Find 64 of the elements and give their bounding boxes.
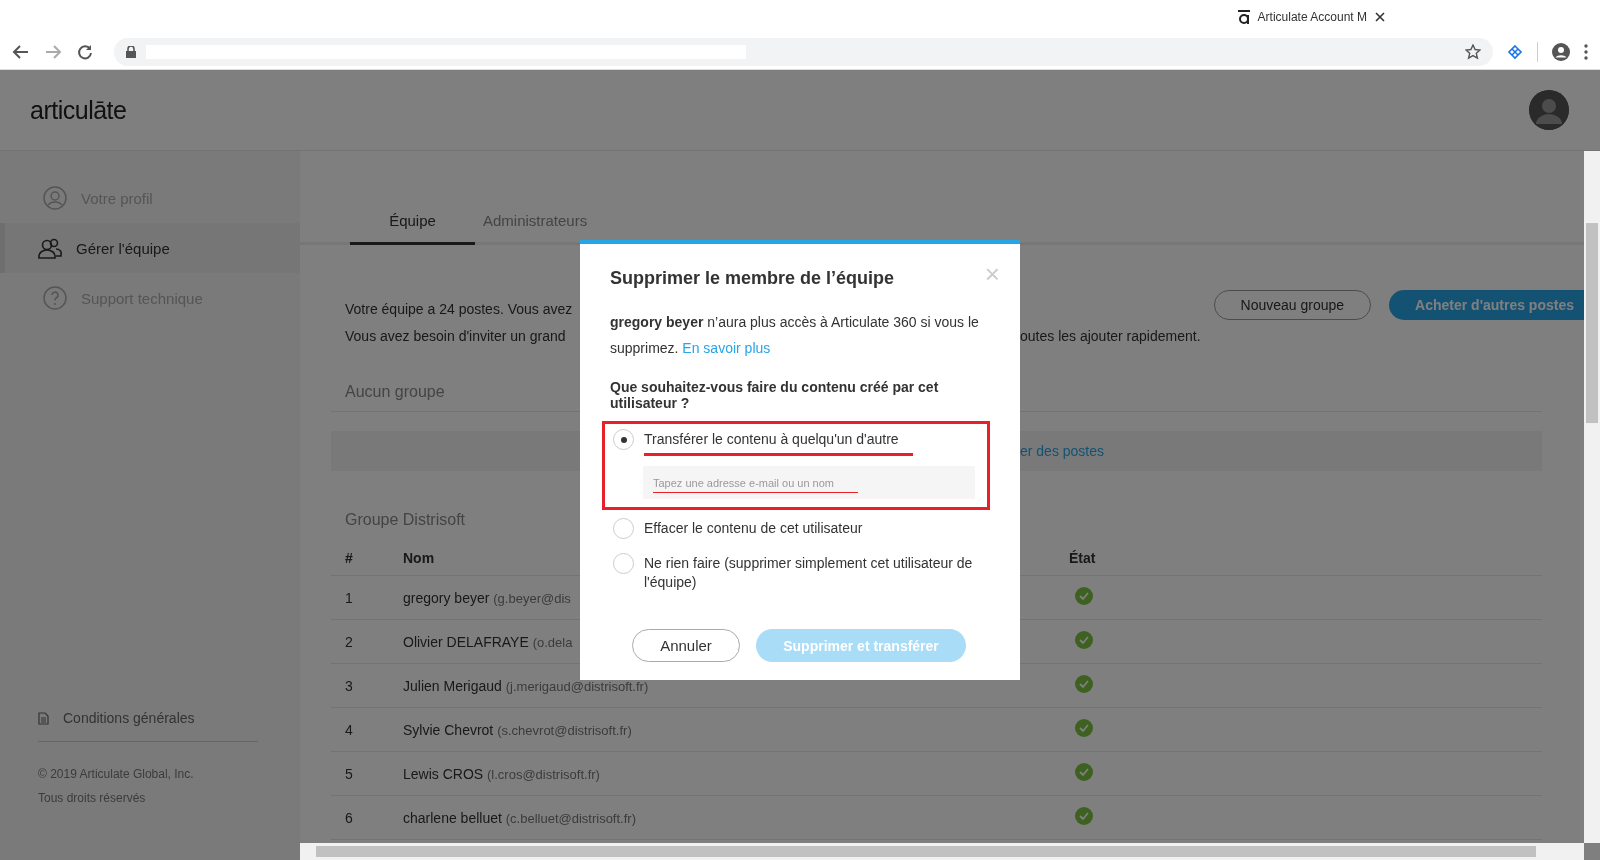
radio-button[interactable] <box>613 518 634 539</box>
user-circle-icon <box>43 186 67 210</box>
member-email: (c.belluet@distrisoft.fr) <box>505 810 636 826</box>
lock-icon <box>126 45 136 58</box>
column-header: État <box>1069 550 1096 566</box>
row-number: 4 <box>345 721 353 738</box>
group-title: Groupe Distrisoft <box>345 511 466 529</box>
member-name: Julien Merigaud <box>403 677 502 694</box>
close-icon[interactable] <box>1375 11 1385 22</box>
people-icon <box>38 236 62 260</box>
menu-icon[interactable] <box>1584 43 1588 60</box>
option-label[interactable]: Transférer le contenu à quelqu'un d'autre <box>644 430 913 456</box>
member-email: (s.chevrot@distrisoft.fr) <box>497 722 632 738</box>
member-email: (g.beyer@dis <box>493 590 571 606</box>
column-header: Nom <box>403 550 435 566</box>
row-number: 6 <box>345 809 353 826</box>
radio-button[interactable] <box>613 429 634 450</box>
back-arrow-icon[interactable] <box>12 42 30 61</box>
reload-icon[interactable] <box>76 42 94 61</box>
row-number: 5 <box>345 765 353 782</box>
sidebar-item[interactable]: Gérer l'équipe <box>0 223 300 273</box>
close-button[interactable]: × <box>984 264 1000 284</box>
intro-text: Votre équipe a 24 postes. Vous avez <box>345 301 573 317</box>
learn-more-link[interactable]: En savoir plus <box>682 340 771 356</box>
new-group-button[interactable]: Nouveau groupe <box>1213 290 1372 320</box>
option-label[interactable]: Ne rien faire (supprimer simplement cet utilisateur de l'équipe) <box>644 554 975 596</box>
row-number: 3 <box>345 677 353 694</box>
document-icon <box>38 711 49 725</box>
question-circle-icon <box>43 286 67 310</box>
member-name: Sylvie Chevrot <box>403 721 494 738</box>
tab-title[interactable]: Articulate Account M <box>1257 9 1367 24</box>
page-logo-icon <box>1237 9 1250 24</box>
recipient-field[interactable]: Tapez une adresse e-mail ou un nom <box>643 466 975 499</box>
member-email: (j.merigaud@distrisoft.fr) <box>505 678 649 694</box>
member-name: Olivier DELAFRAYE <box>403 633 529 650</box>
member-name: Lewis CROS <box>403 765 484 782</box>
tab[interactable]: Administrateurs <box>475 208 588 245</box>
tab[interactable]: Équipe <box>350 208 475 245</box>
row-number: 2 <box>345 633 353 650</box>
member-email: (o.dela <box>532 634 573 650</box>
radio-button[interactable] <box>613 553 634 574</box>
forward-arrow-icon[interactable] <box>44 42 62 61</box>
rights-text: Tous droits réservés <box>38 790 147 807</box>
vertical-scrollbar[interactable] <box>1584 151 1600 843</box>
dialog-message: gregory beyer n’aura plus accès à Articulate 360 si vous le supprimez. En savoir plus <box>610 313 980 358</box>
member-email: (l.cros@distrisoft.fr) <box>487 766 600 782</box>
seats-link[interactable]: er des postes <box>1020 443 1105 459</box>
dialog-title: Supprimer le membre de l’équipe <box>610 268 895 289</box>
intro-text: outes les ajouter rapidement. <box>1020 328 1201 344</box>
member-name: gregory beyer <box>403 589 490 606</box>
avatar-icon[interactable] <box>1529 90 1569 130</box>
option-label[interactable]: Effacer le contenu de cet utilisateur <box>644 519 863 542</box>
copyright-text: © 2019 Articulate Global, Inc. <box>38 766 195 783</box>
logo: articulāte <box>30 95 127 125</box>
extension-icon[interactable] <box>1507 43 1523 60</box>
column-header: # <box>345 550 353 566</box>
intro-text: Vous avez besoin d'inviter un grand <box>345 328 566 344</box>
row-number: 1 <box>345 589 353 606</box>
terms-link[interactable]: Conditions générales <box>63 710 195 726</box>
member-name: charlene belluet <box>403 809 502 826</box>
profile-icon[interactable] <box>1552 42 1570 61</box>
horizontal-scrollbar[interactable] <box>300 843 1584 860</box>
cancel-button[interactable]: Annuler <box>632 629 740 662</box>
star-icon[interactable] <box>1465 43 1481 60</box>
